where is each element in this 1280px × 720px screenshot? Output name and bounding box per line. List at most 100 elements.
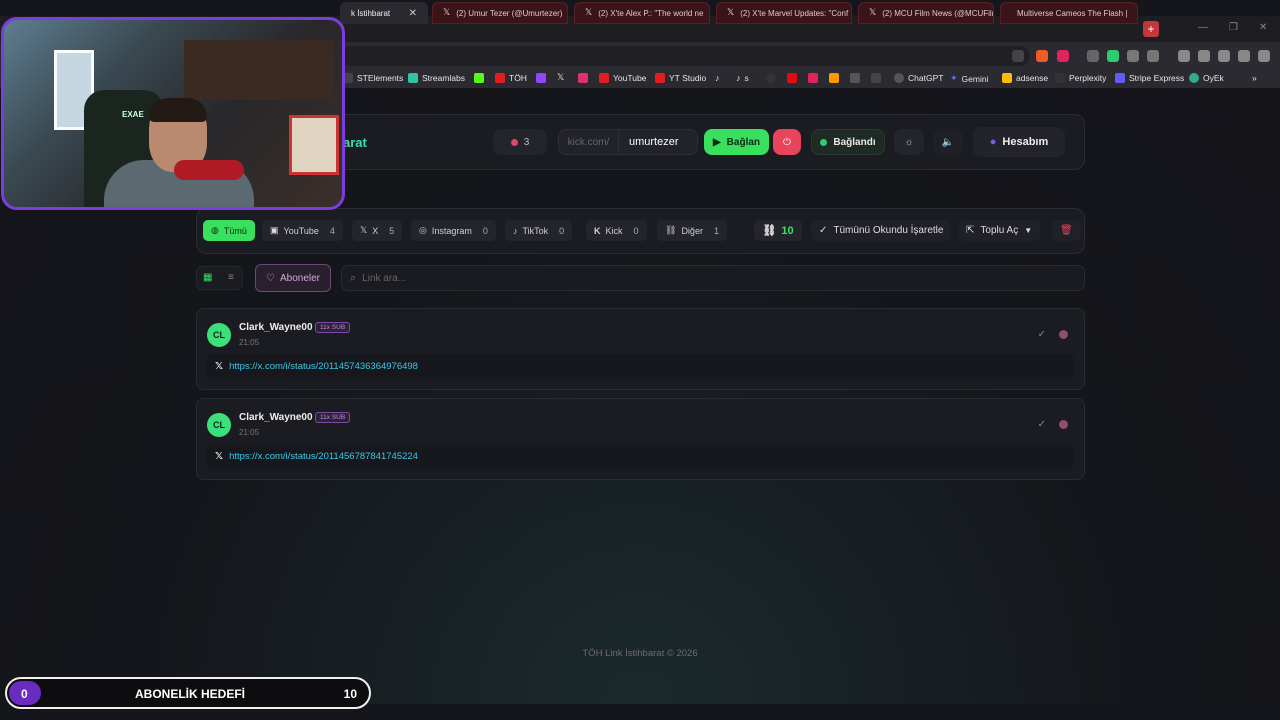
bookmark-oyek[interactable]: OyEk bbox=[1189, 73, 1224, 83]
search-input[interactable] bbox=[362, 272, 963, 284]
sidebar-icon[interactable] bbox=[1178, 50, 1190, 62]
bookmark-youtube[interactable]: YouTube bbox=[599, 73, 646, 83]
bookmark-instagram[interactable] bbox=[578, 73, 588, 83]
kick-username-input[interactable] bbox=[619, 136, 697, 148]
bookmark-perplexity[interactable]: Perplexity bbox=[1055, 73, 1106, 83]
webcam-shelf bbox=[184, 40, 334, 100]
wallet-icon[interactable] bbox=[1198, 50, 1210, 62]
streamlabs-icon bbox=[408, 73, 418, 83]
delete-all-button[interactable]: 🗑 bbox=[1052, 220, 1081, 241]
live-dot-icon bbox=[510, 138, 518, 146]
filter-tab-youtube[interactable]: ▣ YouTube 4 bbox=[262, 220, 343, 241]
bookmark-twitch[interactable] bbox=[536, 73, 546, 83]
bookmark-netflix[interactable] bbox=[787, 73, 797, 83]
link-url[interactable]: https://x.com/i/status/20114567878417452… bbox=[229, 451, 418, 462]
delete-icon[interactable] bbox=[1059, 330, 1068, 339]
filter-tab-kick[interactable]: K Kick 0 bbox=[586, 220, 647, 241]
address-bar[interactable] bbox=[340, 46, 1030, 66]
connect-button[interactable]: ▶ Bağlan bbox=[704, 129, 769, 155]
bookmark-toh[interactable]: TÖH bbox=[495, 73, 527, 83]
bookmark-generic[interactable] bbox=[766, 73, 776, 83]
mark-all-read-button[interactable]: ✓ Tümünü Okundu İşaretle bbox=[811, 220, 952, 241]
timestamp: 21:05 bbox=[239, 338, 260, 347]
tab-label: (2) X'te Alex P.: "The world ne bbox=[598, 8, 704, 18]
bulk-open-button[interactable]: ⇱ Toplu Aç ▼ bbox=[958, 220, 1041, 241]
bookmark-amazon[interactable] bbox=[850, 73, 860, 83]
extension-icon[interactable] bbox=[1147, 50, 1159, 62]
tab-active[interactable]: k İstihbarat ✕ bbox=[340, 2, 428, 24]
sun-icon: ☼ bbox=[904, 136, 914, 148]
bookmark-stelements[interactable]: STElements bbox=[343, 73, 403, 83]
trash-icon: 🗑 bbox=[1060, 225, 1073, 236]
bookmark-orange[interactable] bbox=[829, 73, 839, 83]
filter-tab-instagram[interactable]: ◎ Instagram 0 bbox=[411, 220, 496, 241]
x-logo-icon: 𝕏 bbox=[585, 8, 593, 18]
restore-icon[interactable]: ❐ bbox=[1229, 22, 1238, 33]
perplexity-icon bbox=[1055, 73, 1065, 83]
minimize-icon[interactable]: — bbox=[1198, 22, 1208, 33]
webcam-picture-frame bbox=[289, 115, 339, 175]
account-button[interactable]: ● Hesabım bbox=[973, 127, 1065, 157]
bookmark-streamlabs[interactable]: Streamlabs bbox=[408, 73, 465, 83]
tab-label: (2) MCU Film News (@MCUFilr bbox=[882, 8, 994, 18]
close-window-icon[interactable]: ✕ bbox=[1259, 22, 1267, 33]
chevron-down-icon: ▼ bbox=[1024, 226, 1033, 235]
tab-x[interactable]: 𝕏 (2) Umur Tezer (@Umurtezer) bbox=[432, 2, 568, 24]
bookmark-tiktok[interactable]: ♪ bbox=[715, 73, 720, 83]
puzzle-icon[interactable] bbox=[1127, 50, 1139, 62]
bookmark-capcut[interactable] bbox=[871, 73, 881, 83]
menu-icon[interactable] bbox=[1258, 50, 1270, 62]
filter-tab-other[interactable]: ⛓ Diğer 1 bbox=[657, 220, 727, 241]
bookmark-red[interactable] bbox=[808, 73, 818, 83]
share-icon[interactable] bbox=[1012, 50, 1024, 62]
app-brand: arat bbox=[343, 135, 367, 150]
tab-x[interactable]: 𝕏 (2) X'te Marvel Updates: "Conf bbox=[716, 2, 852, 24]
delete-icon[interactable] bbox=[1059, 420, 1068, 429]
disconnect-button[interactable]: ⏻ bbox=[773, 129, 801, 155]
vpn-icon[interactable] bbox=[1238, 50, 1250, 62]
close-icon[interactable]: ✕ bbox=[409, 8, 417, 19]
mark-read-icon[interactable]: ✓ bbox=[1038, 329, 1046, 340]
webcam-person-hair bbox=[149, 98, 207, 122]
filter-tab-x[interactable]: 𝕏 X 5 bbox=[352, 220, 403, 241]
bookmark-x[interactable]: 𝕏 bbox=[557, 73, 564, 83]
filter-tab-tiktok[interactable]: ♪ TikTok 0 bbox=[505, 220, 573, 241]
username: Clark_Wayne00 bbox=[239, 412, 313, 423]
netflix-icon bbox=[787, 73, 797, 83]
ai-icon[interactable] bbox=[1218, 50, 1230, 62]
power-icon: ⏻ bbox=[783, 136, 791, 148]
new-tab-button[interactable]: + bbox=[1143, 21, 1159, 37]
bookmark-tiktok-s[interactable]: ♪ s bbox=[736, 73, 749, 83]
bookmark-stripe[interactable]: Stripe Express bbox=[1115, 73, 1184, 83]
list-view-icon[interactable]: ≡ bbox=[228, 272, 234, 283]
link-row: 𝕏 https://x.com/i/status/201145743636497… bbox=[207, 354, 1074, 379]
avatar: CL bbox=[207, 323, 231, 347]
brave-shield-icon[interactable] bbox=[1036, 50, 1048, 62]
status-dot-icon bbox=[820, 138, 828, 146]
tab-youtube[interactable]: Multiverse Cameos The Flash | bbox=[1000, 2, 1138, 24]
link-url[interactable]: https://x.com/i/status/20114574363649764… bbox=[229, 361, 418, 372]
filter-tab-all[interactable]: ◍ Tümü bbox=[203, 220, 255, 241]
subscribers-filter-button[interactable]: ♡ Aboneler bbox=[255, 264, 331, 292]
bookmark-yt-studio[interactable]: YT Studio bbox=[655, 73, 706, 83]
link-icon: ⛓ bbox=[762, 225, 777, 237]
adsense-icon bbox=[1002, 73, 1012, 83]
brave-rewards-icon[interactable] bbox=[1057, 50, 1069, 62]
youtube-icon: ▣ bbox=[270, 225, 279, 235]
footer-text: TÖH Link İstihbarat © 2026 bbox=[582, 648, 698, 659]
bookmark-adsense[interactable]: adsense bbox=[1002, 73, 1048, 83]
tab-x[interactable]: 𝕏 (2) X'te Alex P.: "The world ne bbox=[574, 2, 710, 24]
bookmark-chatgpt[interactable]: ChatGPT bbox=[894, 73, 943, 83]
mute-button[interactable]: 🔈 bbox=[933, 129, 963, 155]
extension-icon[interactable] bbox=[1087, 50, 1099, 62]
mark-read-icon[interactable]: ✓ bbox=[1038, 419, 1046, 430]
tab-x[interactable]: 𝕏 (2) MCU Film News (@MCUFilr bbox=[858, 2, 994, 24]
more-bookmarks-icon[interactable]: » bbox=[1252, 73, 1257, 83]
grid-view-icon[interactable]: ▦ bbox=[203, 272, 212, 283]
sub-badge: 11x SUB bbox=[315, 322, 351, 333]
theme-toggle-button[interactable]: ☼ bbox=[894, 129, 924, 155]
bookmark-kick[interactable] bbox=[474, 73, 484, 83]
x-logo-icon: 𝕏 bbox=[215, 361, 224, 372]
extension-icon[interactable] bbox=[1107, 50, 1119, 62]
bookmark-gemini[interactable]: ✦ Gemini bbox=[950, 73, 988, 84]
